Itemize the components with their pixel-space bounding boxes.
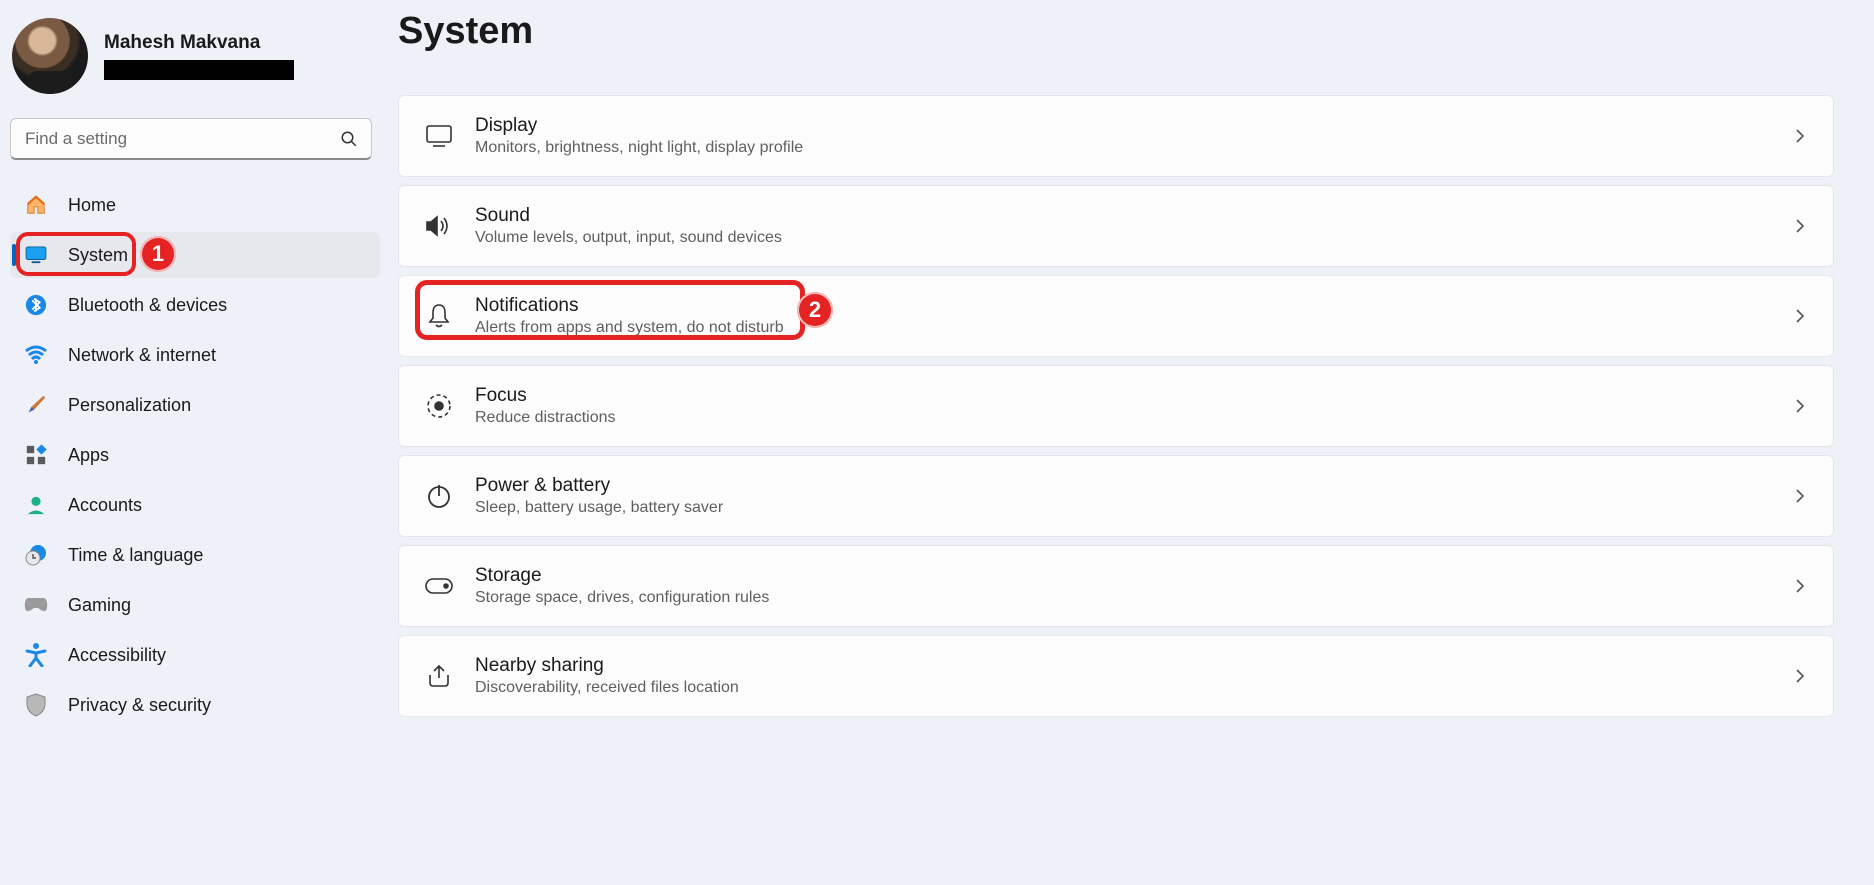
card-title: Nearby sharing bbox=[475, 655, 739, 677]
nav-item-privacy[interactable]: Privacy & security bbox=[10, 682, 380, 728]
wifi-icon bbox=[24, 343, 48, 367]
card-notifications[interactable]: Notifications Alerts from apps and syste… bbox=[398, 275, 1834, 357]
card-desc: Storage space, drives, configuration rul… bbox=[475, 589, 769, 607]
page-title: System bbox=[398, 10, 1834, 53]
annotation-badge-1: 1 bbox=[140, 236, 176, 272]
search-input[interactable] bbox=[10, 118, 372, 160]
nav-item-home[interactable]: Home bbox=[10, 182, 380, 228]
nav-item-network[interactable]: Network & internet bbox=[10, 332, 380, 378]
nav-item-label: Bluetooth & devices bbox=[68, 295, 227, 316]
profile-section[interactable]: Mahesh Makvana bbox=[10, 12, 380, 114]
chevron-right-icon bbox=[1795, 128, 1805, 144]
card-power[interactable]: Power & battery Sleep, battery usage, ba… bbox=[398, 455, 1834, 537]
search-icon bbox=[340, 130, 358, 148]
nav-item-gaming[interactable]: Gaming bbox=[10, 582, 380, 628]
nav-item-label: Accessibility bbox=[68, 645, 166, 666]
nav-item-personalization[interactable]: Personalization bbox=[10, 382, 380, 428]
card-desc: Reduce distractions bbox=[475, 409, 616, 427]
storage-icon bbox=[425, 572, 453, 600]
nav-item-system[interactable]: System 1 bbox=[10, 232, 380, 278]
person-icon bbox=[24, 493, 48, 517]
chevron-right-icon bbox=[1795, 218, 1805, 234]
card-display[interactable]: Display Monitors, brightness, night ligh… bbox=[398, 95, 1834, 177]
profile-name: Mahesh Makvana bbox=[104, 32, 294, 54]
nav-list: Home System 1 Bluetooth & devices Networ… bbox=[10, 182, 380, 728]
nav-item-label: Accounts bbox=[68, 495, 142, 516]
card-title: Focus bbox=[475, 385, 616, 407]
nav-item-label: Privacy & security bbox=[68, 695, 211, 716]
card-sound[interactable]: Sound Volume levels, output, input, soun… bbox=[398, 185, 1834, 267]
nav-item-apps[interactable]: Apps bbox=[10, 432, 380, 478]
settings-cards: Display Monitors, brightness, night ligh… bbox=[398, 95, 1834, 717]
avatar bbox=[12, 18, 88, 94]
main-content: System Display Monitors, brightness, nig… bbox=[390, 0, 1874, 885]
card-title: Power & battery bbox=[475, 475, 723, 497]
share-icon bbox=[425, 662, 453, 690]
card-title: Display bbox=[475, 115, 803, 137]
gamepad-icon bbox=[24, 593, 48, 617]
card-storage[interactable]: Storage Storage space, drives, configura… bbox=[398, 545, 1834, 627]
clock-globe-icon bbox=[24, 543, 48, 567]
card-desc: Alerts from apps and system, do not dist… bbox=[475, 319, 784, 337]
search-box[interactable] bbox=[10, 118, 372, 160]
home-icon bbox=[24, 193, 48, 217]
power-icon bbox=[425, 482, 453, 510]
nav-item-label: Home bbox=[68, 195, 116, 216]
chevron-right-icon bbox=[1795, 398, 1805, 414]
card-focus[interactable]: Focus Reduce distractions bbox=[398, 365, 1834, 447]
apps-icon bbox=[24, 443, 48, 467]
card-title: Notifications bbox=[475, 295, 784, 317]
sound-icon bbox=[425, 212, 453, 240]
chevron-right-icon bbox=[1795, 668, 1805, 684]
chevron-right-icon bbox=[1795, 578, 1805, 594]
nav-item-label: Network & internet bbox=[68, 345, 216, 366]
bluetooth-icon bbox=[24, 293, 48, 317]
nav-item-label: Gaming bbox=[68, 595, 131, 616]
nav-item-label: Personalization bbox=[68, 395, 191, 416]
focus-icon bbox=[425, 392, 453, 420]
card-title: Sound bbox=[475, 205, 782, 227]
accessibility-icon bbox=[24, 643, 48, 667]
nav-item-label: Time & language bbox=[68, 545, 203, 566]
nav-item-label: System bbox=[68, 245, 128, 266]
chevron-right-icon bbox=[1795, 308, 1805, 324]
card-desc: Sleep, battery usage, battery saver bbox=[475, 499, 723, 517]
bell-icon bbox=[425, 302, 453, 330]
nav-item-accounts[interactable]: Accounts bbox=[10, 482, 380, 528]
annotation-badge-2: 2 bbox=[797, 292, 833, 328]
profile-email-redacted bbox=[104, 60, 294, 80]
card-title: Storage bbox=[475, 565, 769, 587]
display-icon bbox=[425, 122, 453, 150]
nav-item-time-language[interactable]: Time & language bbox=[10, 532, 380, 578]
system-icon bbox=[24, 243, 48, 267]
card-desc: Volume levels, output, input, sound devi… bbox=[475, 229, 782, 247]
paintbrush-icon bbox=[24, 393, 48, 417]
card-desc: Discoverability, received files location bbox=[475, 679, 739, 697]
card-nearby-sharing[interactable]: Nearby sharing Discoverability, received… bbox=[398, 635, 1834, 717]
chevron-right-icon bbox=[1795, 488, 1805, 504]
nav-item-bluetooth[interactable]: Bluetooth & devices bbox=[10, 282, 380, 328]
profile-text: Mahesh Makvana bbox=[104, 32, 294, 80]
nav-item-accessibility[interactable]: Accessibility bbox=[10, 632, 380, 678]
card-desc: Monitors, brightness, night light, displ… bbox=[475, 139, 803, 157]
sidebar: Mahesh Makvana Home System 1 bbox=[0, 0, 390, 885]
shield-icon bbox=[24, 693, 48, 717]
nav-item-label: Apps bbox=[68, 445, 109, 466]
